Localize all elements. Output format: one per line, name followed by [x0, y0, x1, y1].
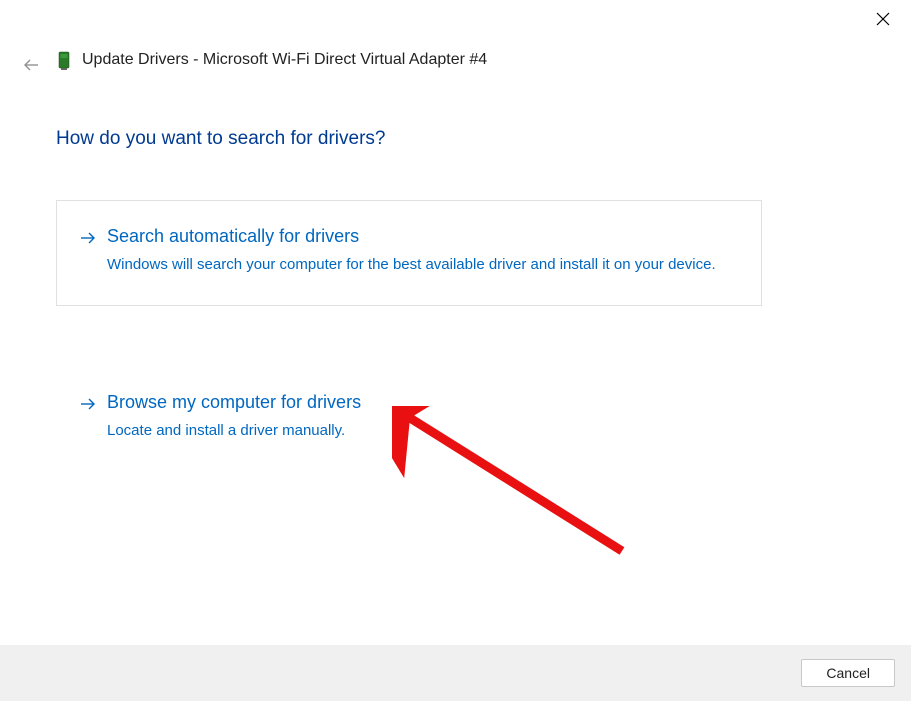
back-button[interactable] [22, 56, 40, 79]
option-title: Search automatically for drivers [107, 225, 739, 248]
option-browse-my-computer[interactable]: Browse my computer for drivers Locate an… [56, 378, 762, 460]
option-description: Windows will search your computer for th… [107, 254, 739, 277]
footer-bar: Cancel [0, 645, 911, 701]
header-row: Update Drivers - Microsoft Wi-Fi Direct … [56, 48, 487, 72]
close-button[interactable] [871, 8, 895, 32]
arrow-right-icon [79, 225, 97, 252]
arrow-right-icon [79, 391, 97, 418]
close-icon [876, 10, 890, 31]
device-icon [56, 48, 72, 72]
back-arrow-icon [22, 61, 40, 78]
window-title: Update Drivers - Microsoft Wi-Fi Direct … [82, 51, 487, 69]
option-description: Locate and install a driver manually. [107, 420, 739, 443]
option-search-automatically[interactable]: Search automatically for drivers Windows… [56, 200, 762, 306]
cancel-button[interactable]: Cancel [801, 659, 895, 687]
main-heading: How do you want to search for drivers? [56, 128, 386, 150]
option-title: Browse my computer for drivers [107, 391, 739, 414]
